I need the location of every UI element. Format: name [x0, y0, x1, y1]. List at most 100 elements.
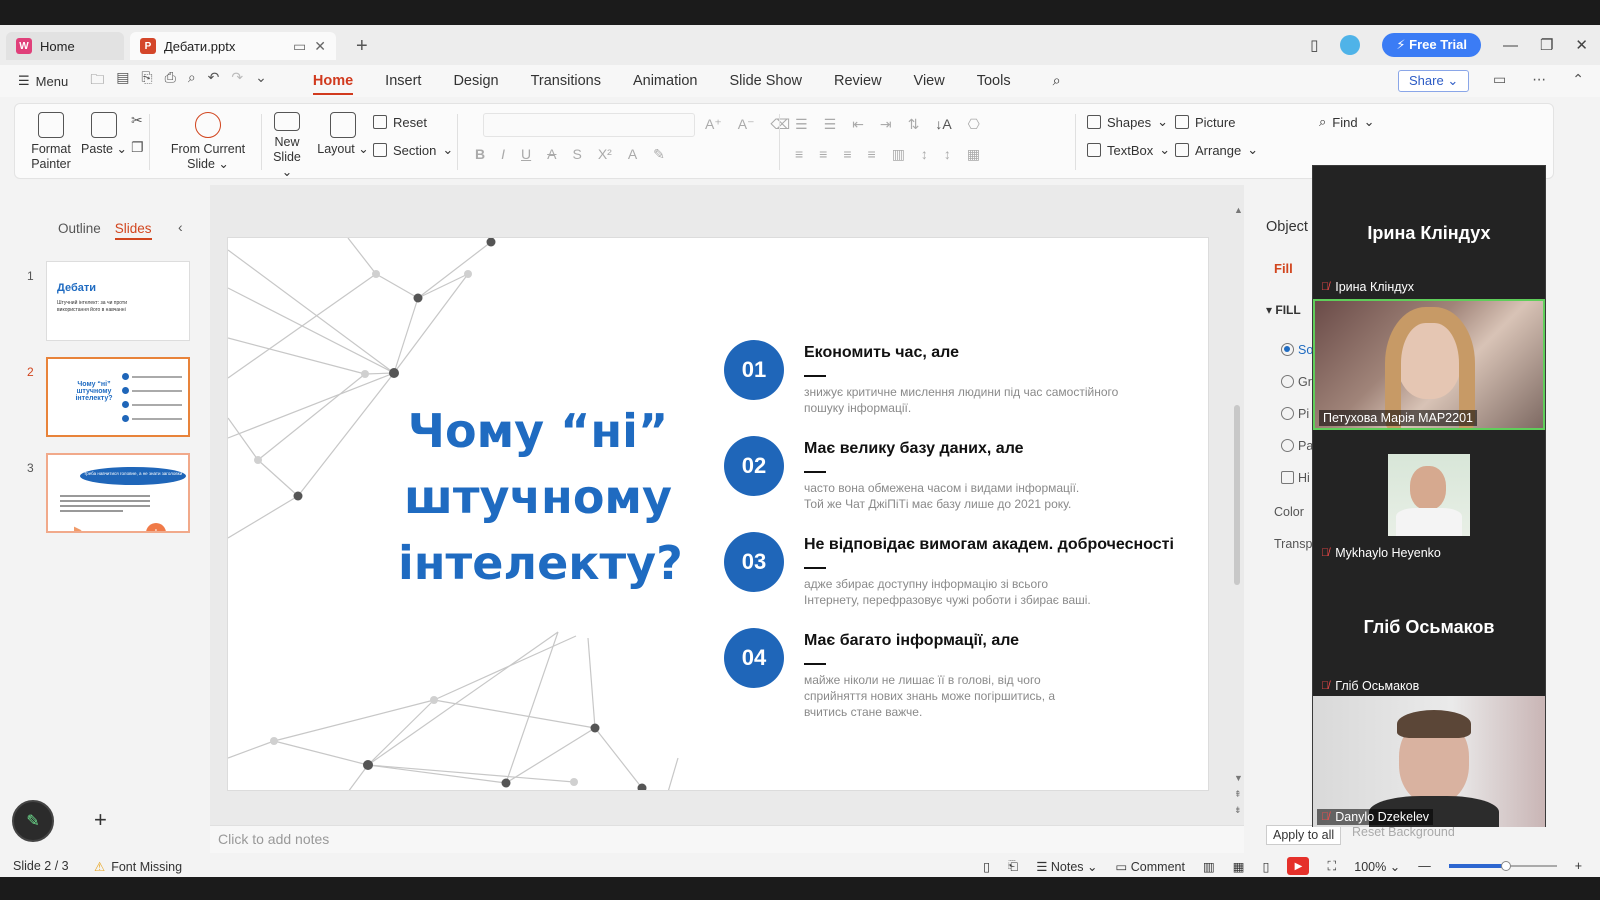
collapse-panel-icon[interactable]: ‹ — [178, 219, 183, 235]
text-direction-icon[interactable]: ⇅ — [908, 116, 920, 133]
paste-button[interactable]: Paste ⌄ — [81, 104, 127, 180]
shadow-icon[interactable]: S — [572, 146, 581, 163]
slide-title[interactable]: Чому “ні” штучному інтелекту? — [398, 398, 683, 596]
increase-font-icon[interactable]: A⁺ — [705, 116, 722, 133]
decrease-font-icon[interactable]: A⁻ — [738, 116, 755, 133]
highlight-icon[interactable]: ✎ — [653, 146, 665, 163]
free-trial-button[interactable]: ⚡ Free Trial — [1382, 33, 1481, 57]
new-tab-button[interactable]: + — [356, 35, 368, 58]
reset-button[interactable]: Reset — [373, 108, 453, 136]
fit-window-icon[interactable]: ⛶ — [1327, 859, 1336, 874]
section-button[interactable]: Section ⌄ — [373, 136, 453, 164]
gradient-fill-radio[interactable] — [1281, 375, 1294, 388]
slide-thumbnail-3[interactable]: Треба навчитися головне, а не знати заго… — [46, 453, 190, 533]
strikethrough-icon[interactable]: A — [547, 146, 556, 163]
close-tab-icon[interactable]: ✕ — [314, 38, 326, 55]
participant-tile-5[interactable]: 🎙̸ Danylo Dzekelev — [1313, 696, 1545, 827]
participant-tile-3[interactable]: 🎙̸ Mykhaylo Heyenko — [1313, 432, 1545, 563]
ribbon-tab-home[interactable]: Home — [297, 65, 369, 97]
layout-button[interactable]: Layout ⌄ — [317, 104, 369, 180]
font-color-icon[interactable]: A — [628, 146, 637, 163]
scroll-up-icon[interactable]: ▲ — [1234, 205, 1243, 215]
cut-icon[interactable]: ✂ — [131, 112, 144, 129]
sort-icon[interactable]: ↓A — [935, 116, 951, 133]
vertical-scrollbar[interactable]: ▲ ▼ ⇞ ⇟ — [1232, 205, 1244, 825]
print-preview-icon[interactable]: ⌕ — [188, 69, 196, 93]
tab-home[interactable]: W Home — [6, 32, 124, 60]
indent-icon[interactable]: ⇥ — [880, 116, 892, 133]
copy-icon[interactable]: ❐ — [131, 139, 144, 156]
slide-thumbnail-2[interactable]: Чому “ні” штучному інтелекту? — [46, 357, 190, 437]
participant-tile-2[interactable]: Петухова Марія МАР2201 — [1313, 299, 1545, 430]
columns-icon[interactable]: ▦ — [967, 146, 980, 163]
picture-button[interactable]: Picture — [1175, 108, 1258, 136]
notes-button[interactable]: ☰ Notes ⌄ — [1036, 859, 1097, 874]
prev-slide-icon[interactable]: ⇞ — [1234, 789, 1242, 800]
layout-icon[interactable]: ▯ — [1310, 36, 1318, 54]
open-folder-icon[interactable]: 🗀 — [90, 69, 104, 93]
slides-tab[interactable]: Slides — [114, 221, 152, 240]
clear-format-icon[interactable]: ⌫ — [770, 116, 790, 133]
redo-icon[interactable]: ↷ — [231, 69, 243, 93]
ribbon-tab-slide-show[interactable]: Slide Show — [713, 65, 818, 97]
new-slide-button[interactable]: New Slide ⌄ — [267, 104, 307, 180]
monitor-icon[interactable]: ▭ — [293, 38, 306, 55]
user-avatar[interactable] — [1340, 35, 1361, 55]
find-button[interactable]: ⌕ Find ⌄ — [1319, 108, 1374, 136]
close-window-icon[interactable]: ✕ — [1575, 36, 1588, 54]
apply-to-all-button[interactable]: Apply to all — [1266, 825, 1342, 845]
picture-fill-radio[interactable] — [1281, 407, 1294, 420]
comments-icon[interactable]: ▭ — [1493, 71, 1506, 88]
arrange-button[interactable]: Arrange ⌄ — [1175, 136, 1258, 164]
ribbon-tab-review[interactable]: Review — [818, 65, 898, 97]
zoom-in-icon[interactable]: + — [1575, 859, 1582, 873]
ribbon-tab-transitions[interactable]: Transitions — [515, 65, 617, 97]
fit-page-icon[interactable]: ▯ — [983, 859, 990, 874]
thumb3-play-icon[interactable]: ▶ — [74, 525, 82, 531]
next-slide-icon[interactable]: ⇟ — [1234, 805, 1242, 816]
slideshow-play-button[interactable]: ▶ — [1287, 857, 1310, 875]
fill-section-header[interactable]: ▾ FILL — [1266, 303, 1301, 317]
hide-background-checkbox[interactable] — [1281, 471, 1294, 484]
line-spacing-icon[interactable]: ↕ — [921, 146, 928, 163]
tab-document[interactable]: P Дебати.pptx ▭ ✕ — [130, 32, 336, 60]
font-missing-indicator[interactable]: ⚠ Font Missing — [94, 859, 182, 875]
from-current-slide-button[interactable]: From Current Slide ⌄ — [165, 104, 251, 180]
protect-icon[interactable]: ⎗ — [1008, 859, 1018, 874]
underline-icon[interactable]: U — [521, 146, 531, 163]
scroll-thumb[interactable] — [1234, 405, 1240, 585]
fill-tab[interactable]: Fill — [1274, 261, 1293, 276]
ribbon-tab-tools[interactable]: Tools — [961, 65, 1027, 97]
slide-sorter-icon[interactable]: ▦ — [1233, 859, 1245, 874]
print-icon[interactable]: ⎙ — [165, 69, 176, 93]
menu-button[interactable]: ☰ Menu — [18, 73, 68, 89]
more-options-icon[interactable]: ⋯ — [1532, 71, 1546, 88]
pattern-fill-radio[interactable] — [1281, 439, 1294, 452]
slide-thumbnail-1[interactable]: Дебати Штучний інтелект: за чи проти вик… — [46, 261, 190, 341]
restore-icon[interactable]: ❐ — [1540, 36, 1553, 54]
normal-view-icon[interactable]: ▥ — [1203, 859, 1215, 874]
shapes-button[interactable]: Shapes ⌄ — [1087, 108, 1170, 136]
scroll-down-icon[interactable]: ▼ — [1234, 773, 1243, 783]
comment-button[interactable]: ▭ Comment — [1115, 859, 1184, 874]
share-button[interactable]: Share ⌄ — [1398, 70, 1470, 92]
para-spacing-icon[interactable]: ↕ — [944, 146, 951, 163]
export-icon[interactable]: ⎘ — [141, 69, 152, 93]
ribbon-tab-view[interactable]: View — [898, 65, 961, 97]
participant-tile-1[interactable]: Ірина Кліндух 🎙̸ Ірина Кліндух — [1313, 166, 1545, 297]
thumb3-add-icon[interactable]: + — [146, 523, 166, 531]
search-icon[interactable]: ⌕ — [1037, 65, 1077, 97]
participant-tile-4[interactable]: Гліб Осьмаков 🎙̸ Гліб Осьмаков — [1313, 565, 1545, 696]
zoom-level[interactable]: 100% ⌄ — [1354, 859, 1400, 874]
ribbon-tab-insert[interactable]: Insert — [369, 65, 437, 97]
bullets-icon[interactable]: ☰ — [795, 116, 808, 133]
outdent-icon[interactable]: ⇤ — [852, 116, 864, 133]
font-name-select[interactable] — [483, 113, 695, 137]
zoom-slider[interactable] — [1448, 861, 1557, 871]
align-right-icon[interactable]: ≡ — [843, 146, 851, 163]
convert-icon[interactable]: ⎔ — [968, 116, 980, 133]
reset-background-button[interactable]: Reset Background — [1352, 825, 1455, 839]
format-painter-button[interactable]: Format Painter — [27, 104, 75, 180]
ribbon-tab-design[interactable]: Design — [437, 65, 514, 97]
align-center-icon[interactable]: ≡ — [819, 146, 827, 163]
